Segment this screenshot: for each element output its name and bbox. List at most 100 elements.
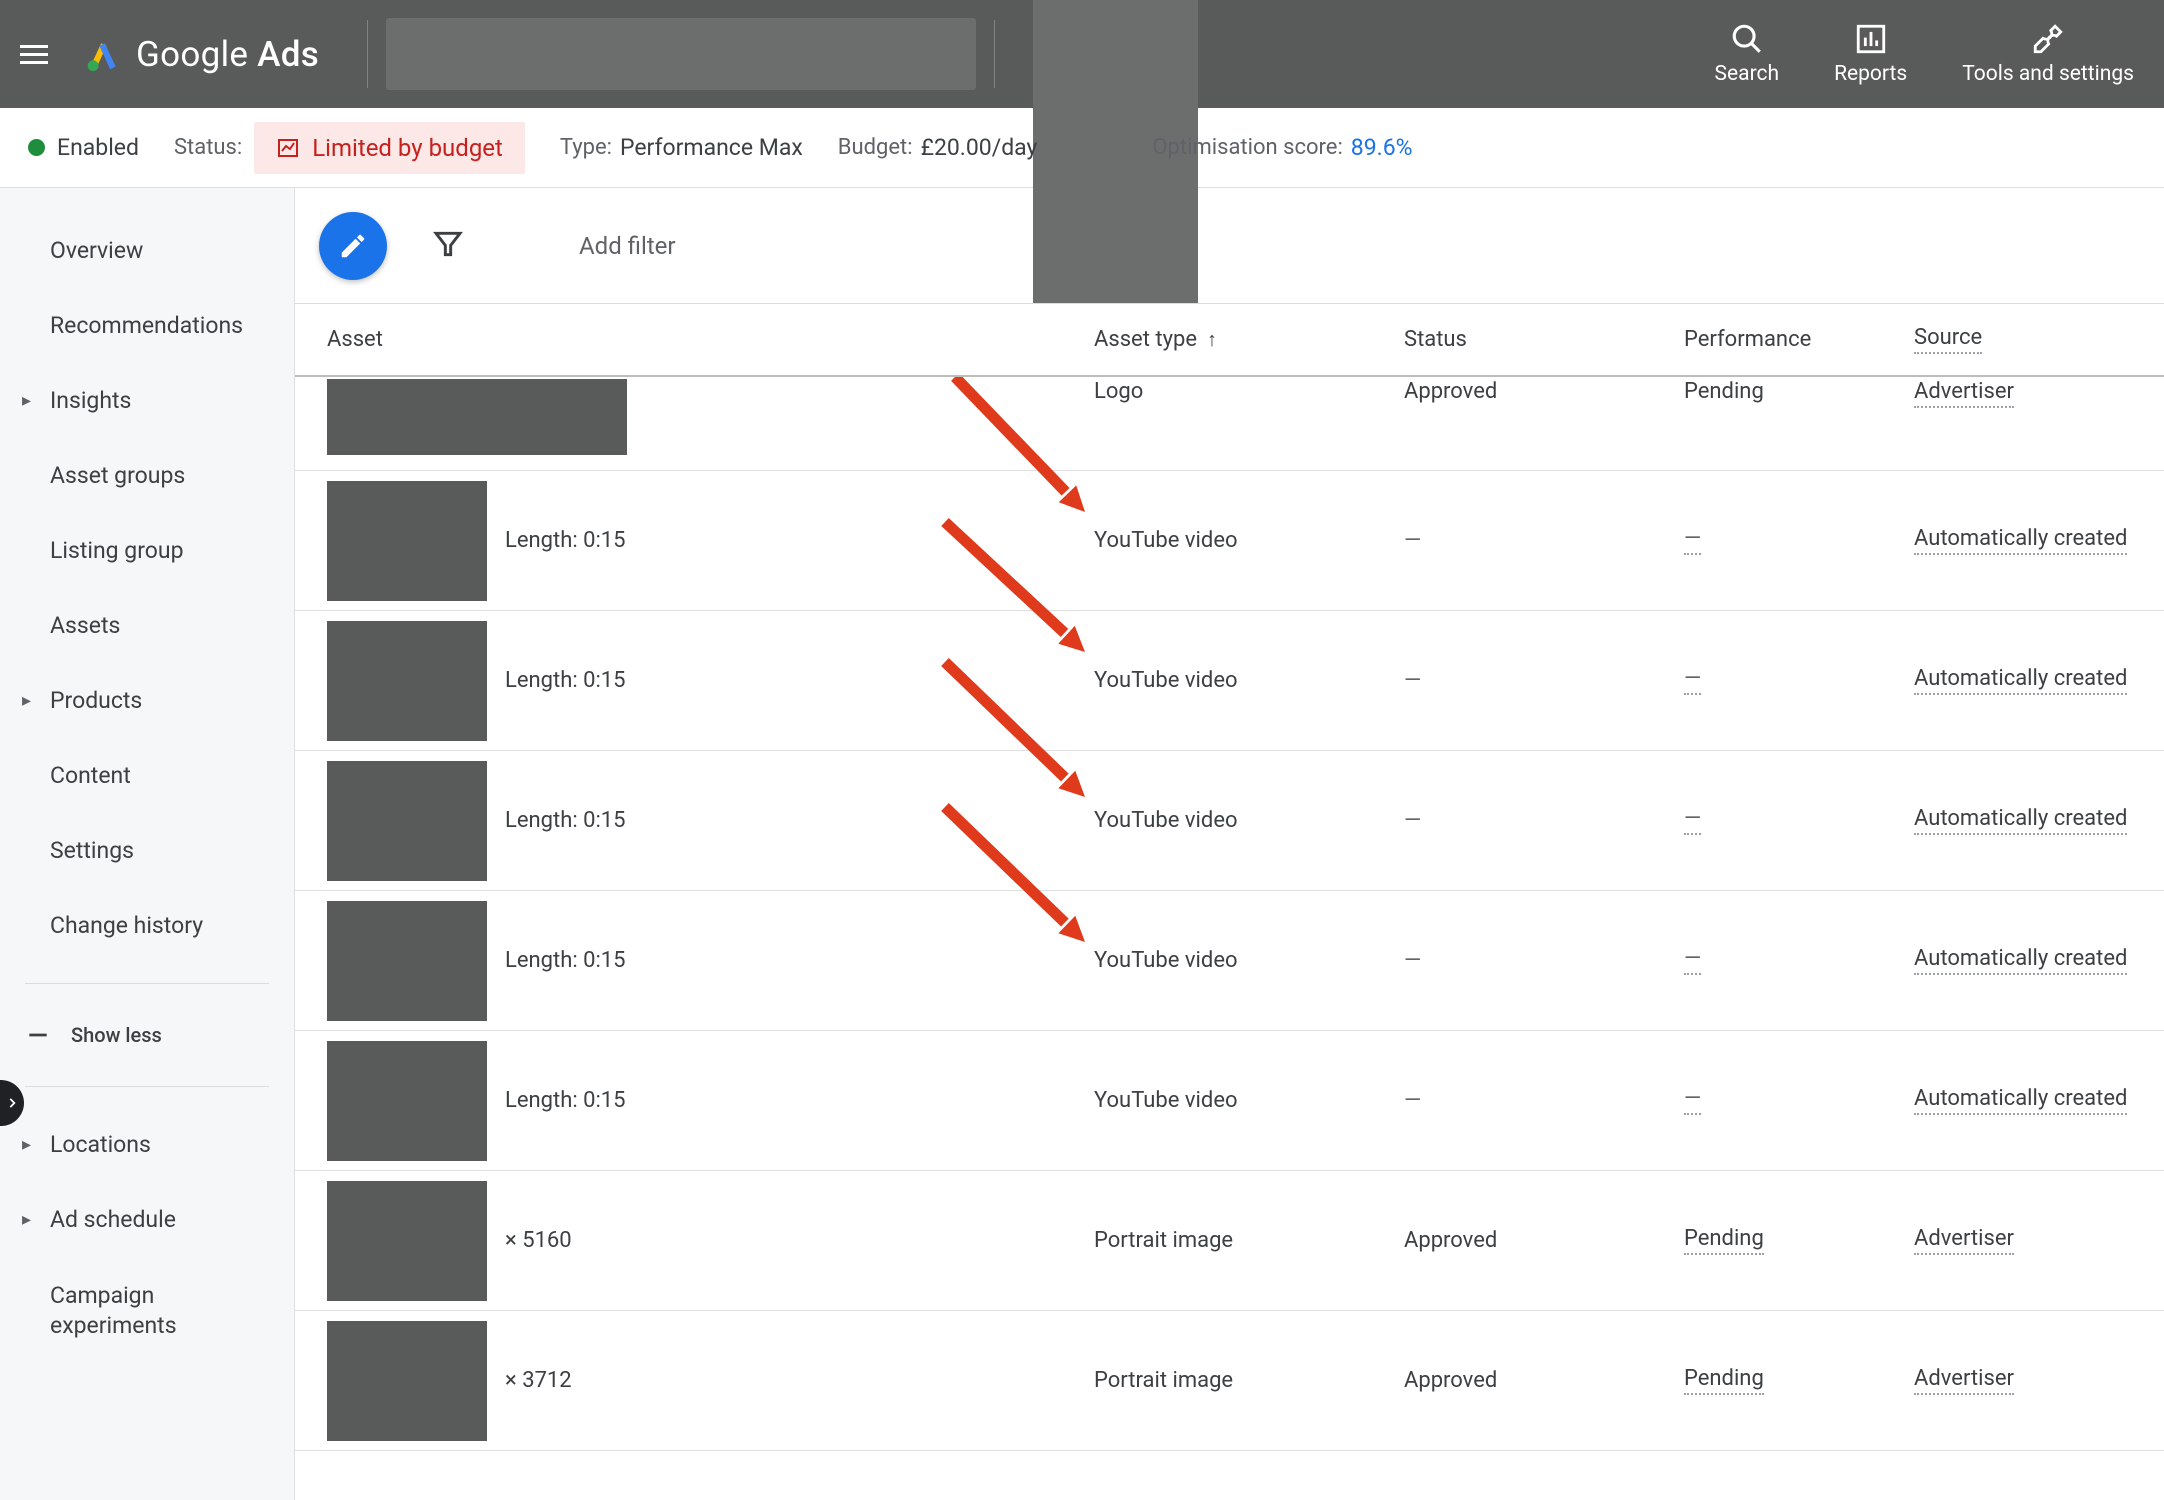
table-row[interactable]: × 5160Portrait imageApprovedPendingAdver… — [295, 1171, 2164, 1311]
minus-icon — [25, 1022, 51, 1048]
search-tool[interactable]: Search — [1715, 22, 1780, 86]
table-body[interactable]: LogoApprovedPendingAdvertiserLength: 0:1… — [295, 377, 2164, 1500]
chevron-right-icon: ▸ — [22, 1209, 31, 1230]
status-label: Status: — [174, 135, 242, 160]
sidebar-item[interactable]: Listing group — [0, 513, 294, 588]
cell-status: — — [1380, 668, 1660, 693]
tools-settings-tool[interactable]: Tools and settings — [1962, 22, 2134, 86]
cell-type: Portrait image — [1070, 1368, 1380, 1393]
account-selector-placeholder[interactable] — [386, 18, 976, 90]
divider — [367, 20, 368, 88]
chart-warning-icon — [276, 136, 300, 160]
asset-meta: Length: 0:15 — [505, 668, 626, 693]
cell-performance: — — [1660, 1086, 1890, 1115]
opt-score-link[interactable]: 89.6% — [1351, 134, 1413, 161]
asset-meta: Length: 0:15 — [505, 808, 626, 833]
cell-status: Approved — [1380, 1368, 1660, 1393]
asset-thumbnail[interactable] — [327, 1041, 487, 1161]
cell-type: YouTube video — [1070, 668, 1380, 693]
cell-asset: Length: 0:15 — [295, 1041, 1070, 1161]
asset-thumbnail[interactable] — [327, 481, 487, 601]
sidebar-item[interactable]: Recommendations — [0, 288, 294, 363]
show-less-button[interactable]: Show less — [0, 1004, 294, 1066]
cell-type: YouTube video — [1070, 528, 1380, 553]
table-header-row: Asset Asset type↑ Status Performance Sou… — [295, 303, 2164, 377]
col-type-header[interactable]: Asset type↑ — [1070, 327, 1380, 352]
type-value: Performance Max — [620, 134, 803, 161]
cell-status: Approved — [1380, 1228, 1660, 1253]
cell-status: — — [1380, 948, 1660, 973]
sidebar-item[interactable]: Overview — [0, 213, 294, 288]
cell-type: Logo — [1070, 379, 1380, 404]
sidebar-item[interactable]: ▸Locations — [0, 1107, 294, 1182]
sidebar-item[interactable]: Assets — [0, 588, 294, 663]
table-toolbar: Add filter — [295, 188, 2164, 303]
table-row[interactable]: Length: 0:15YouTube video——Automatically… — [295, 751, 2164, 891]
asset-meta: × 5160 — [505, 1228, 572, 1253]
sidebar-item[interactable]: Asset groups — [0, 438, 294, 513]
sidebar-item-label: Campaign experiments — [50, 1281, 259, 1341]
asset-thumbnail[interactable] — [327, 1321, 487, 1441]
cell-status: — — [1380, 808, 1660, 833]
limited-budget-chip[interactable]: Limited by budget — [254, 122, 525, 174]
type-label: Type: — [560, 135, 612, 160]
menu-icon[interactable] — [20, 34, 60, 74]
chevron-right-icon — [5, 1093, 19, 1113]
table-row[interactable]: Length: 0:15YouTube video——Automatically… — [295, 611, 2164, 751]
sidebar-item[interactable]: ▸Products — [0, 663, 294, 738]
header-tools: Search Reports Tools and settings — [1715, 22, 2134, 86]
col-perf-header[interactable]: Performance — [1660, 327, 1890, 352]
sidebar-item[interactable]: Campaign experiments — [0, 1257, 294, 1365]
cell-performance: Pending — [1660, 1226, 1890, 1255]
asset-thumbnail[interactable] — [327, 1181, 487, 1301]
status-dot-icon — [28, 139, 45, 156]
sidebar-item[interactable]: ▸ Insights — [0, 363, 294, 438]
table-row[interactable]: × 3712Portrait imageApprovedPendingAdver… — [295, 1311, 2164, 1451]
asset-thumbnail[interactable] — [327, 621, 487, 741]
sidebar-item-label: Content — [50, 762, 131, 789]
asset-thumbnail[interactable] — [327, 761, 487, 881]
add-filter-button[interactable]: Add filter — [579, 232, 676, 260]
sidebar-item[interactable]: Change history — [0, 888, 294, 963]
cell-asset: × 5160 — [295, 1181, 1070, 1301]
col-asset-header[interactable]: Asset — [295, 327, 1070, 352]
asset-thumbnail[interactable] — [327, 379, 627, 455]
enabled-status[interactable]: Enabled — [28, 134, 139, 161]
sidebar-item-label: Listing group — [50, 537, 184, 564]
sidebar-divider — [25, 1086, 269, 1087]
col-status-header[interactable]: Status — [1380, 327, 1660, 352]
sidebar-divider — [25, 983, 269, 984]
cell-performance: Pending — [1660, 379, 1890, 404]
chevron-right-icon: ▸ — [22, 390, 31, 411]
asset-thumbnail[interactable] — [327, 901, 487, 1021]
sidebar-item-label: Locations — [50, 1131, 151, 1158]
app-name: Google Ads — [136, 34, 319, 75]
cell-type: Portrait image — [1070, 1228, 1380, 1253]
divider — [994, 20, 995, 88]
table-row[interactable]: LogoApprovedPendingAdvertiser — [295, 377, 2164, 471]
table-row[interactable]: Length: 0:15YouTube video——Automatically… — [295, 1031, 2164, 1171]
sidebar-item-label: Insights — [50, 387, 131, 414]
cell-asset: × 3712 — [295, 1321, 1070, 1441]
cell-source: Advertiser — [1890, 379, 2164, 408]
sidebar-item-label: Settings — [50, 837, 134, 864]
google-ads-logo-icon — [85, 36, 121, 72]
search-icon — [1730, 22, 1764, 56]
sidebar-item[interactable]: ▸Ad schedule — [0, 1182, 294, 1257]
sidebar-item-label: Overview — [50, 237, 143, 264]
asset-meta: Length: 0:15 — [505, 528, 626, 553]
reports-tool[interactable]: Reports — [1834, 22, 1907, 86]
cell-status: — — [1380, 528, 1660, 553]
create-asset-fab[interactable] — [319, 212, 387, 280]
sidebar-item[interactable]: Content — [0, 738, 294, 813]
filter-button[interactable] — [432, 228, 464, 264]
logo[interactable]: Google Ads — [85, 34, 319, 75]
opt-label: Optimisation score: — [1152, 135, 1342, 160]
top-header: Google Ads All campaigns Search Reports … — [0, 0, 2164, 108]
sidebar-item[interactable]: Settings — [0, 813, 294, 888]
table-row[interactable]: Length: 0:15YouTube video——Automatically… — [295, 471, 2164, 611]
budget-label: Budget: — [838, 135, 913, 160]
col-source-header[interactable]: Source — [1890, 325, 2164, 354]
table-row[interactable]: Length: 0:15YouTube video——Automatically… — [295, 891, 2164, 1031]
reports-icon — [1854, 22, 1888, 56]
